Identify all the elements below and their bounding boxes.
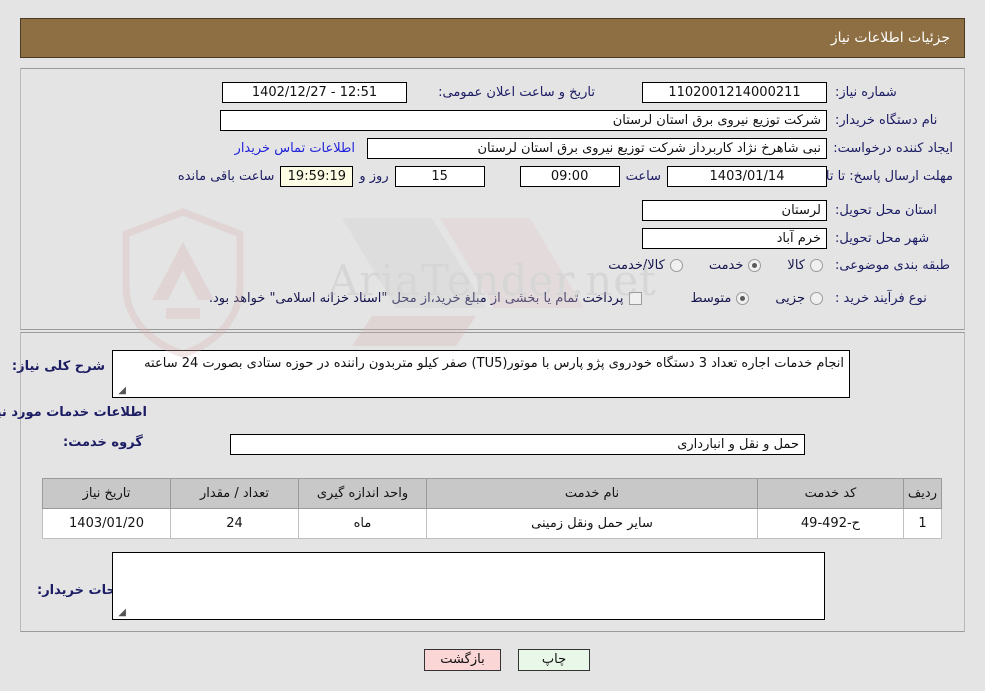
need-number-value: 1102001214000211 bbox=[642, 82, 827, 103]
days-remaining-value: 15 bbox=[394, 166, 485, 187]
cell-name: سایر حمل ونقل زمینی bbox=[426, 508, 758, 539]
col-header-code: کد خدمت bbox=[757, 478, 904, 509]
treasury-bonds-checkbox-row[interactable]: پرداخت تمام یا بخشی از مبلغ خرید،از محل … bbox=[209, 290, 643, 307]
resize-grip-icon[interactable]: ◢ bbox=[116, 608, 126, 618]
cell-need-date: 1403/01/20 bbox=[42, 508, 171, 539]
radio-label: خدمت bbox=[708, 258, 744, 273]
announce-date-value: 1402/12/27 - 12:51 bbox=[222, 82, 407, 103]
delivery-province-row: استان محل تحویل: لرستان bbox=[642, 200, 953, 221]
service-group-row: گروه خدمت: bbox=[63, 434, 147, 451]
radio-dot-icon[interactable] bbox=[736, 292, 750, 305]
purchase-process-label: نوع فرآیند خرید : bbox=[835, 291, 927, 306]
announce-date-row: تاریخ و ساعت اعلان عمومی: 1402/12/27 - 1… bbox=[222, 82, 595, 103]
subject-category-label: طبقه بندی موضوعی: bbox=[835, 258, 951, 273]
buyer-notes-textarea[interactable]: ◢ bbox=[112, 552, 825, 620]
service-group-value: حمل و نقل و انبارداری bbox=[230, 434, 805, 455]
subject-category-radio-group[interactable]: کالا خدمت کالا/خدمت bbox=[582, 257, 823, 274]
need-summary-textarea[interactable]: انجام خدمات اجاره تعداد 3 دستگاه خودروی … bbox=[112, 350, 850, 398]
col-header-need-date: تاریخ نیاز bbox=[42, 478, 171, 509]
cell-radif: 1 bbox=[903, 508, 942, 539]
radio-label: متوسط bbox=[690, 291, 732, 306]
treasury-bonds-label: پرداخت تمام یا بخشی از مبلغ خرید،از محل … bbox=[208, 291, 624, 306]
radio-option-kala-khedmat[interactable]: کالا/خدمت bbox=[608, 257, 683, 274]
purchase-process-radio-group[interactable]: جزیی متوسط bbox=[664, 290, 823, 307]
delivery-city-label: شهر محل تحویل: bbox=[835, 231, 930, 246]
service-group-label: گروه خدمت: bbox=[63, 435, 143, 450]
radio-option-khedmat[interactable]: خدمت bbox=[709, 257, 762, 274]
radio-label: کالا bbox=[787, 258, 805, 273]
countdown-value: 19:59:19 bbox=[280, 166, 354, 187]
buyer-contact-link[interactable]: اطلاعات تماس خریدار bbox=[235, 140, 355, 157]
radio-label: کالا/خدمت bbox=[608, 258, 665, 273]
services-section-heading: اطلاعات خدمات مورد نیاز bbox=[0, 405, 147, 420]
print-button[interactable]: چاپ bbox=[518, 649, 590, 671]
response-deadline-row: مهلت ارسال پاسخ: تا تاریخ: 1403/01/14 سا… bbox=[172, 166, 953, 187]
request-creator-row: ایجاد کننده درخواست: نبی شاهرخ نژاد کارب… bbox=[235, 138, 953, 159]
col-header-radif: ردیف bbox=[903, 478, 942, 509]
countdown-label: ساعت باقی مانده bbox=[177, 169, 275, 184]
radio-option-jozei[interactable]: جزیی bbox=[775, 290, 823, 307]
table-row: 1 ح-492-49 سایر حمل ونقل زمینی ماه 24 14… bbox=[42, 508, 942, 539]
checkbox-icon[interactable] bbox=[629, 292, 643, 305]
response-deadline-label: مهلت ارسال پاسخ: تا تاریخ: bbox=[803, 169, 953, 184]
page-title: جزئیات اطلاعات نیاز bbox=[830, 30, 950, 46]
table-header-row: ردیف کد خدمت نام خدمت واحد اندازه گیری ت… bbox=[42, 478, 942, 509]
radio-label: جزیی bbox=[775, 291, 805, 306]
services-table: ردیف کد خدمت نام خدمت واحد اندازه گیری ت… bbox=[42, 478, 942, 539]
radio-option-motevaset[interactable]: متوسط bbox=[690, 290, 750, 307]
buyer-org-row: نام دستگاه خریدار: شرکت توزیع نیروی برق … bbox=[220, 110, 953, 131]
delivery-province-value: لرستان bbox=[642, 200, 827, 221]
radio-dot-icon[interactable] bbox=[669, 259, 683, 272]
need-summary-label: شرح کلی نیاز: bbox=[11, 359, 105, 374]
delivery-city-value: خرم آباد bbox=[642, 228, 827, 249]
request-creator-value: نبی شاهرخ نژاد کاربرداز شرکت توزیع نیروی… bbox=[367, 138, 827, 159]
cell-unit: ماه bbox=[298, 508, 427, 539]
cell-code: ح-492-49 bbox=[757, 508, 904, 539]
deadline-hour-label: ساعت bbox=[625, 169, 661, 184]
announce-date-label: تاریخ و ساعت اعلان عمومی: bbox=[438, 85, 595, 100]
subject-category-row: طبقه بندی موضوعی: کالا خدمت کالا/خدمت bbox=[582, 257, 953, 274]
radio-dot-icon[interactable] bbox=[748, 259, 762, 272]
days-remaining-label: روز و bbox=[359, 169, 389, 184]
buyer-org-value: شرکت توزیع نیروی برق استان لرستان bbox=[220, 110, 827, 131]
back-button[interactable]: بازگشت bbox=[424, 649, 501, 671]
request-creator-label: ایجاد کننده درخواست: bbox=[833, 141, 953, 156]
col-header-unit: واحد اندازه گیری bbox=[298, 478, 427, 509]
need-summary-value: انجام خدمات اجاره تعداد 3 دستگاه خودروی … bbox=[144, 356, 844, 371]
radio-dot-icon[interactable] bbox=[810, 259, 823, 272]
need-number-row: شماره نیاز: 1102001214000211 bbox=[642, 82, 953, 103]
page-root: جزئیات اطلاعات نیاز شماره نیاز: 11020012… bbox=[0, 0, 985, 691]
cell-quantity: 24 bbox=[170, 508, 299, 539]
deadline-time-value: 09:00 bbox=[519, 166, 620, 187]
deadline-date-value: 1403/01/14 bbox=[667, 166, 827, 187]
delivery-city-row: شهر محل تحویل: خرم آباد bbox=[642, 228, 953, 249]
col-header-quantity: تعداد / مقدار bbox=[170, 478, 299, 509]
col-header-name: نام خدمت bbox=[426, 478, 758, 509]
radio-dot-icon[interactable] bbox=[810, 292, 823, 305]
need-number-label: شماره نیاز: bbox=[835, 85, 897, 100]
purchase-process-row: نوع فرآیند خرید : جزیی متوسط پرداخت تمام… bbox=[209, 290, 953, 307]
delivery-province-label: استان محل تحویل: bbox=[835, 203, 937, 218]
page-header-bar: جزئیات اطلاعات نیاز bbox=[20, 18, 965, 58]
resize-grip-icon[interactable]: ◢ bbox=[116, 386, 126, 396]
radio-option-kala[interactable]: کالا bbox=[787, 257, 823, 274]
buyer-org-label: نام دستگاه خریدار: bbox=[835, 113, 938, 128]
